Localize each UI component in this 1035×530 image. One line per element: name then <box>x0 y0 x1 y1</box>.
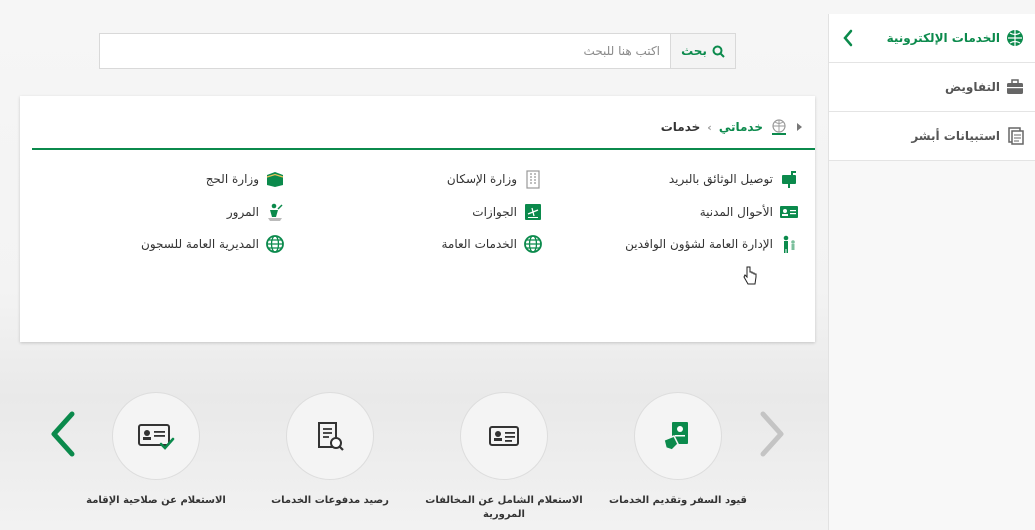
search-button[interactable]: بحث <box>670 34 735 68</box>
service-label: الإدارة العامة لشؤون الوافدين <box>625 237 773 251</box>
sidebar: الخدمات الإلكترونية التفاويض استبيانات أ… <box>828 14 1035 530</box>
service-label: الخدمات العامة <box>441 237 517 251</box>
sidebar-item-label: الخدمات الإلكترونية <box>886 31 1000 45</box>
sidebar-item-delegations[interactable]: التفاويض <box>829 63 1035 112</box>
carousel-item-residency-validity[interactable]: الاستعلام عن صلاحية الإقامة <box>76 392 236 508</box>
mailbox-icon <box>782 171 796 188</box>
carousel-circle[interactable] <box>634 392 722 480</box>
service-label: الأحوال المدنية <box>699 205 773 219</box>
passport-icon <box>525 204 541 220</box>
search-bar: بحث <box>99 33 736 69</box>
expat-icon <box>783 235 795 253</box>
service-label: توصيل الوثائق بالبريد <box>668 172 773 186</box>
survey-icon <box>1008 127 1024 145</box>
globe-icon <box>524 235 542 253</box>
id-card-icon <box>489 426 519 446</box>
carousel-circle[interactable] <box>286 392 374 480</box>
service-hajj-ministry[interactable]: وزارة الحج <box>206 169 285 189</box>
service-traffic[interactable]: المرور <box>227 202 285 222</box>
service-label: وزارة الحج <box>205 172 259 186</box>
breadcrumb-services: خدمات <box>660 120 701 134</box>
receipt-icon <box>318 422 344 451</box>
carousel-item-travel-restrictions[interactable]: قيود السفر وتقديم الخدمات <box>598 392 758 508</box>
panel-divider <box>32 148 815 150</box>
search-input[interactable] <box>100 34 670 68</box>
carousel-item-payments-balance[interactable]: رصيد مدفوعات الخدمات <box>250 392 410 508</box>
carousel-next-arrow-icon[interactable] <box>757 410 787 458</box>
sidebar-item-label: التفاويض <box>945 80 1000 94</box>
service-prisons-directorate[interactable]: المديرية العامة للسجون <box>141 234 285 254</box>
breadcrumb-my-services[interactable]: خدماتي <box>719 120 763 134</box>
breadcrumb-separator: › <box>707 120 712 134</box>
caret-left-icon[interactable] <box>795 122 803 132</box>
search-button-label: بحث <box>681 44 707 58</box>
briefcase-icon <box>1007 79 1023 94</box>
sidebar-item-label: استبيانات أبشر <box>911 129 1000 143</box>
globe-icon <box>266 235 284 253</box>
carousel-item-label: قيود السفر وتقديم الخدمات <box>609 495 747 506</box>
carousel-circle[interactable] <box>460 392 548 480</box>
service-label: الجوازات <box>472 205 517 219</box>
carousel-item-label: الاستعلام الشامل عن المخالفات المرورية <box>425 495 583 520</box>
services-panel: خدماتي › خدمات توصيل الوثائق بالبريد الأ… <box>20 96 815 342</box>
carousel-item-label: الاستعلام عن صلاحية الإقامة <box>86 495 226 506</box>
carousel-item-label: رصيد مدفوعات الخدمات <box>271 495 389 506</box>
travel-doc-icon <box>663 422 688 451</box>
carousel-circle[interactable] <box>112 392 200 480</box>
chevron-left-icon[interactable] <box>841 28 855 48</box>
sidebar-item-eservices[interactable]: الخدمات الإلكترونية <box>829 14 1035 63</box>
hand-cursor-icon <box>743 266 757 285</box>
kaaba-icon <box>266 172 284 187</box>
breadcrumb: خدماتي › خدمات <box>661 118 803 136</box>
service-label: وزارة الإسكان <box>446 172 517 186</box>
service-label: المديرية العامة للسجون <box>141 237 259 251</box>
service-label: المرور <box>226 205 259 219</box>
search-icon <box>712 45 725 58</box>
service-housing-ministry[interactable]: وزارة الإسكان <box>447 169 543 189</box>
id-card-icon <box>780 206 798 218</box>
service-mail-delivery[interactable]: توصيل الوثائق بالبريد <box>669 169 799 189</box>
globe-hand-icon <box>772 119 786 135</box>
carousel-item-traffic-violations[interactable]: الاستعلام الشامل عن المخالفات المرورية <box>424 392 584 522</box>
sidebar-item-surveys[interactable]: استبيانات أبشر <box>829 112 1035 161</box>
traffic-icon <box>268 203 283 221</box>
service-expat-affairs[interactable]: الإدارة العامة لشؤون الوافدين <box>625 234 799 254</box>
carousel-prev-arrow-icon[interactable] <box>48 410 78 458</box>
building-icon <box>526 170 540 189</box>
service-public-services[interactable]: الخدمات العامة <box>441 234 543 254</box>
service-civil-affairs[interactable]: الأحوال المدنية <box>700 202 799 222</box>
id-check-icon <box>138 424 175 450</box>
service-passports[interactable]: الجوازات <box>472 202 543 222</box>
eservices-icon <box>1007 30 1023 46</box>
